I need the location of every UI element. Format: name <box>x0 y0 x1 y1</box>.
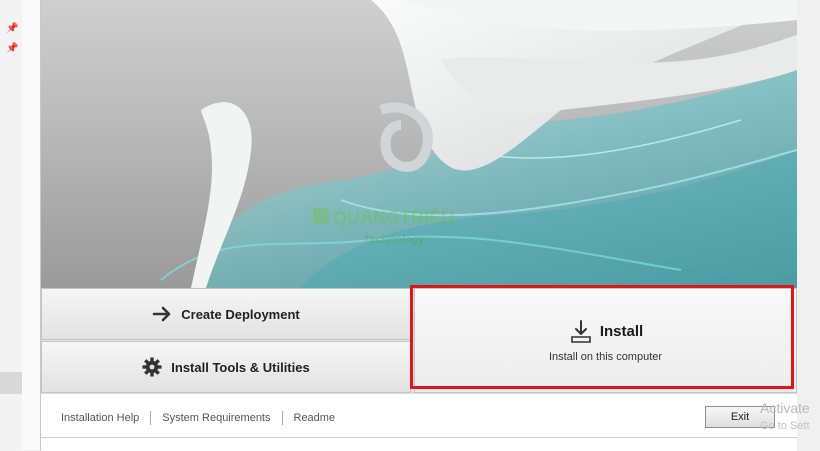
installer-footer: Installation Help System Requirements Re… <box>41 393 797 451</box>
footer-separator <box>281 411 283 425</box>
install-tools-utilities-label: Install Tools & Utilities <box>171 359 310 375</box>
abstract-fabric-illustration: QUANGTRIỀU Technology <box>160 0 797 288</box>
system-requirements-link[interactable]: System Requirements <box>162 412 270 424</box>
arrow-right-icon <box>152 304 172 324</box>
install-button[interactable]: Install Install on this computer <box>414 288 797 393</box>
go-to-settings-watermark: Go to Sett <box>760 420 810 432</box>
install-title: Install <box>599 323 644 340</box>
install-subtitle: Install on this computer <box>548 350 663 363</box>
pin-icon[interactable]: 📌 <box>6 44 18 54</box>
svg-text:Technology: Technology <box>363 234 425 246</box>
activate-windows-watermark: Activate <box>760 400 810 416</box>
installer-window: QUANGTRIỀU Technology Create Deployment <box>40 0 798 451</box>
readme-link[interactable]: Readme <box>294 412 336 424</box>
sidebar-gap <box>22 0 40 450</box>
footer-divider <box>41 437 797 438</box>
footer-links: Installation Help System Requirements Re… <box>61 411 335 425</box>
watermark-logo-text: QUANGTRIỀU <box>333 207 454 228</box>
pin-icon[interactable]: 📌 <box>6 24 18 34</box>
footer-separator <box>150 411 152 425</box>
download-icon <box>568 319 594 345</box>
installation-help-link[interactable]: Installation Help <box>61 412 139 424</box>
right-background-strip <box>797 0 820 450</box>
install-tools-utilities-button[interactable]: Install Tools & Utilities <box>41 341 411 393</box>
create-deployment-label: Create Deployment <box>181 306 300 322</box>
hero-banner-image: QUANGTRIỀU Technology <box>41 0 797 288</box>
create-deployment-button[interactable]: Create Deployment <box>41 288 411 340</box>
left-pinned-sidebar: 📌 📌 <box>0 0 23 450</box>
actions-panel: Create Deployment Install Tools & Utilit… <box>41 288 797 393</box>
sidebar-scroll-block <box>0 372 22 394</box>
gear-icon <box>142 357 162 377</box>
